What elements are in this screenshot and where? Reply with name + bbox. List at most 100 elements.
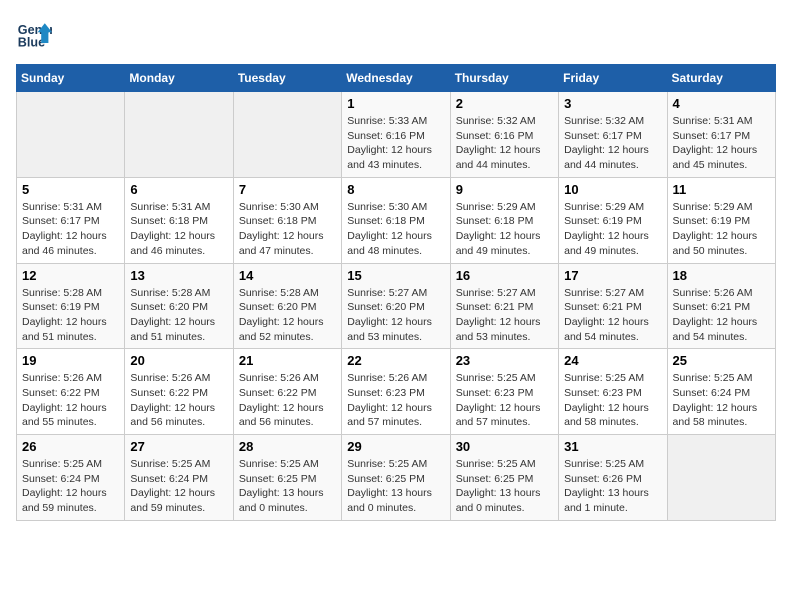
weekday-header-saturday: Saturday — [667, 65, 775, 92]
day-info: Sunrise: 5:29 AM Sunset: 6:19 PM Dayligh… — [673, 200, 770, 259]
day-info: Sunrise: 5:28 AM Sunset: 6:20 PM Dayligh… — [239, 286, 336, 345]
day-info: Sunrise: 5:28 AM Sunset: 6:20 PM Dayligh… — [130, 286, 227, 345]
calendar-week-row: 5 Sunrise: 5:31 AM Sunset: 6:17 PM Daylig… — [17, 177, 776, 263]
day-number: 23 — [456, 353, 553, 368]
calendar-cell: 18 Sunrise: 5:26 AM Sunset: 6:21 PM Dayli… — [667, 263, 775, 349]
calendar-cell: 30 Sunrise: 5:25 AM Sunset: 6:25 PM Dayli… — [450, 435, 558, 521]
day-number: 13 — [130, 268, 227, 283]
day-number: 14 — [239, 268, 336, 283]
day-info: Sunrise: 5:31 AM Sunset: 6:18 PM Dayligh… — [130, 200, 227, 259]
day-info: Sunrise: 5:29 AM Sunset: 6:19 PM Dayligh… — [564, 200, 661, 259]
day-number: 26 — [22, 439, 119, 454]
calendar-week-row: 19 Sunrise: 5:26 AM Sunset: 6:22 PM Dayli… — [17, 349, 776, 435]
calendar-cell: 15 Sunrise: 5:27 AM Sunset: 6:20 PM Dayli… — [342, 263, 450, 349]
calendar-cell: 9Sunrise: 5:29 AM Sunset: 6:18 PM Daylig… — [450, 177, 558, 263]
calendar-cell — [233, 92, 341, 178]
day-info: Sunrise: 5:32 AM Sunset: 6:16 PM Dayligh… — [456, 114, 553, 173]
day-number: 16 — [456, 268, 553, 283]
day-info: Sunrise: 5:29 AM Sunset: 6:18 PM Dayligh… — [456, 200, 553, 259]
calendar-week-row: 26 Sunrise: 5:25 AM Sunset: 6:24 PM Dayli… — [17, 435, 776, 521]
calendar-cell: 31 Sunrise: 5:25 AM Sunset: 6:26 PM Dayli… — [559, 435, 667, 521]
day-number: 28 — [239, 439, 336, 454]
day-number: 27 — [130, 439, 227, 454]
calendar-cell: 29Sunrise: 5:25 AM Sunset: 6:25 PM Dayli… — [342, 435, 450, 521]
calendar-header-row: SundayMondayTuesdayWednesdayThursdayFrid… — [17, 65, 776, 92]
calendar-cell: 25 Sunrise: 5:25 AM Sunset: 6:24 PM Dayli… — [667, 349, 775, 435]
day-info: Sunrise: 5:26 AM Sunset: 6:21 PM Dayligh… — [673, 286, 770, 345]
calendar-table: SundayMondayTuesdayWednesdayThursdayFrid… — [16, 64, 776, 521]
day-info: Sunrise: 5:25 AM Sunset: 6:25 PM Dayligh… — [239, 457, 336, 516]
calendar-week-row: 12Sunrise: 5:28 AM Sunset: 6:19 PM Dayli… — [17, 263, 776, 349]
svg-text:Blue: Blue — [18, 36, 45, 50]
calendar-cell — [667, 435, 775, 521]
day-number: 6 — [130, 182, 227, 197]
day-number: 24 — [564, 353, 661, 368]
day-number: 31 — [564, 439, 661, 454]
calendar-cell — [17, 92, 125, 178]
day-info: Sunrise: 5:25 AM Sunset: 6:24 PM Dayligh… — [130, 457, 227, 516]
day-info: Sunrise: 5:26 AM Sunset: 6:22 PM Dayligh… — [130, 371, 227, 430]
day-number: 7 — [239, 182, 336, 197]
calendar-cell: 27 Sunrise: 5:25 AM Sunset: 6:24 PM Dayli… — [125, 435, 233, 521]
day-number: 3 — [564, 96, 661, 111]
day-number: 2 — [456, 96, 553, 111]
calendar-cell: 2 Sunrise: 5:32 AM Sunset: 6:16 PM Daylig… — [450, 92, 558, 178]
calendar-week-row: 1 Sunrise: 5:33 AM Sunset: 6:16 PM Daylig… — [17, 92, 776, 178]
day-number: 15 — [347, 268, 444, 283]
page-header: General Blue — [16, 16, 776, 52]
day-info: Sunrise: 5:25 AM Sunset: 6:26 PM Dayligh… — [564, 457, 661, 516]
logo: General Blue — [16, 16, 56, 52]
calendar-cell: 10 Sunrise: 5:29 AM Sunset: 6:19 PM Dayli… — [559, 177, 667, 263]
day-info: Sunrise: 5:31 AM Sunset: 6:17 PM Dayligh… — [22, 200, 119, 259]
day-info: Sunrise: 5:32 AM Sunset: 6:17 PM Dayligh… — [564, 114, 661, 173]
day-info: Sunrise: 5:26 AM Sunset: 6:22 PM Dayligh… — [22, 371, 119, 430]
day-number: 30 — [456, 439, 553, 454]
calendar-cell: 21 Sunrise: 5:26 AM Sunset: 6:22 PM Dayli… — [233, 349, 341, 435]
day-number: 18 — [673, 268, 770, 283]
calendar-cell: 1 Sunrise: 5:33 AM Sunset: 6:16 PM Daylig… — [342, 92, 450, 178]
weekday-header-monday: Monday — [125, 65, 233, 92]
weekday-header-thursday: Thursday — [450, 65, 558, 92]
weekday-header-sunday: Sunday — [17, 65, 125, 92]
calendar-cell: 3 Sunrise: 5:32 AM Sunset: 6:17 PM Daylig… — [559, 92, 667, 178]
day-info: Sunrise: 5:25 AM Sunset: 6:23 PM Dayligh… — [564, 371, 661, 430]
day-info: Sunrise: 5:25 AM Sunset: 6:24 PM Dayligh… — [673, 371, 770, 430]
day-info: Sunrise: 5:26 AM Sunset: 6:23 PM Dayligh… — [347, 371, 444, 430]
weekday-header-friday: Friday — [559, 65, 667, 92]
day-number: 5 — [22, 182, 119, 197]
calendar-cell: 20Sunrise: 5:26 AM Sunset: 6:22 PM Dayli… — [125, 349, 233, 435]
calendar-cell: 11 Sunrise: 5:29 AM Sunset: 6:19 PM Dayli… — [667, 177, 775, 263]
calendar-cell: 4 Sunrise: 5:31 AM Sunset: 6:17 PM Daylig… — [667, 92, 775, 178]
calendar-cell — [125, 92, 233, 178]
calendar-cell: 22 Sunrise: 5:26 AM Sunset: 6:23 PM Dayli… — [342, 349, 450, 435]
day-number: 22 — [347, 353, 444, 368]
day-info: Sunrise: 5:33 AM Sunset: 6:16 PM Dayligh… — [347, 114, 444, 173]
calendar-cell: 16 Sunrise: 5:27 AM Sunset: 6:21 PM Dayli… — [450, 263, 558, 349]
weekday-header-tuesday: Tuesday — [233, 65, 341, 92]
calendar-cell: 7Sunrise: 5:30 AM Sunset: 6:18 PM Daylig… — [233, 177, 341, 263]
day-number: 1 — [347, 96, 444, 111]
logo-icon: General Blue — [16, 16, 52, 52]
calendar-cell: 28 Sunrise: 5:25 AM Sunset: 6:25 PM Dayli… — [233, 435, 341, 521]
day-number: 25 — [673, 353, 770, 368]
day-info: Sunrise: 5:26 AM Sunset: 6:22 PM Dayligh… — [239, 371, 336, 430]
day-number: 8 — [347, 182, 444, 197]
weekday-header-wednesday: Wednesday — [342, 65, 450, 92]
day-number: 4 — [673, 96, 770, 111]
day-number: 11 — [673, 182, 770, 197]
calendar-cell: 17Sunrise: 5:27 AM Sunset: 6:21 PM Dayli… — [559, 263, 667, 349]
calendar-cell: 6 Sunrise: 5:31 AM Sunset: 6:18 PM Daylig… — [125, 177, 233, 263]
day-info: Sunrise: 5:31 AM Sunset: 6:17 PM Dayligh… — [673, 114, 770, 173]
day-number: 12 — [22, 268, 119, 283]
day-number: 21 — [239, 353, 336, 368]
calendar-cell: 5 Sunrise: 5:31 AM Sunset: 6:17 PM Daylig… — [17, 177, 125, 263]
day-info: Sunrise: 5:25 AM Sunset: 6:23 PM Dayligh… — [456, 371, 553, 430]
day-info: Sunrise: 5:25 AM Sunset: 6:25 PM Dayligh… — [456, 457, 553, 516]
day-info: Sunrise: 5:25 AM Sunset: 6:25 PM Dayligh… — [347, 457, 444, 516]
day-number: 19 — [22, 353, 119, 368]
day-info: Sunrise: 5:27 AM Sunset: 6:21 PM Dayligh… — [456, 286, 553, 345]
day-info: Sunrise: 5:27 AM Sunset: 6:20 PM Dayligh… — [347, 286, 444, 345]
day-number: 10 — [564, 182, 661, 197]
calendar-cell: 19 Sunrise: 5:26 AM Sunset: 6:22 PM Dayli… — [17, 349, 125, 435]
day-info: Sunrise: 5:27 AM Sunset: 6:21 PM Dayligh… — [564, 286, 661, 345]
